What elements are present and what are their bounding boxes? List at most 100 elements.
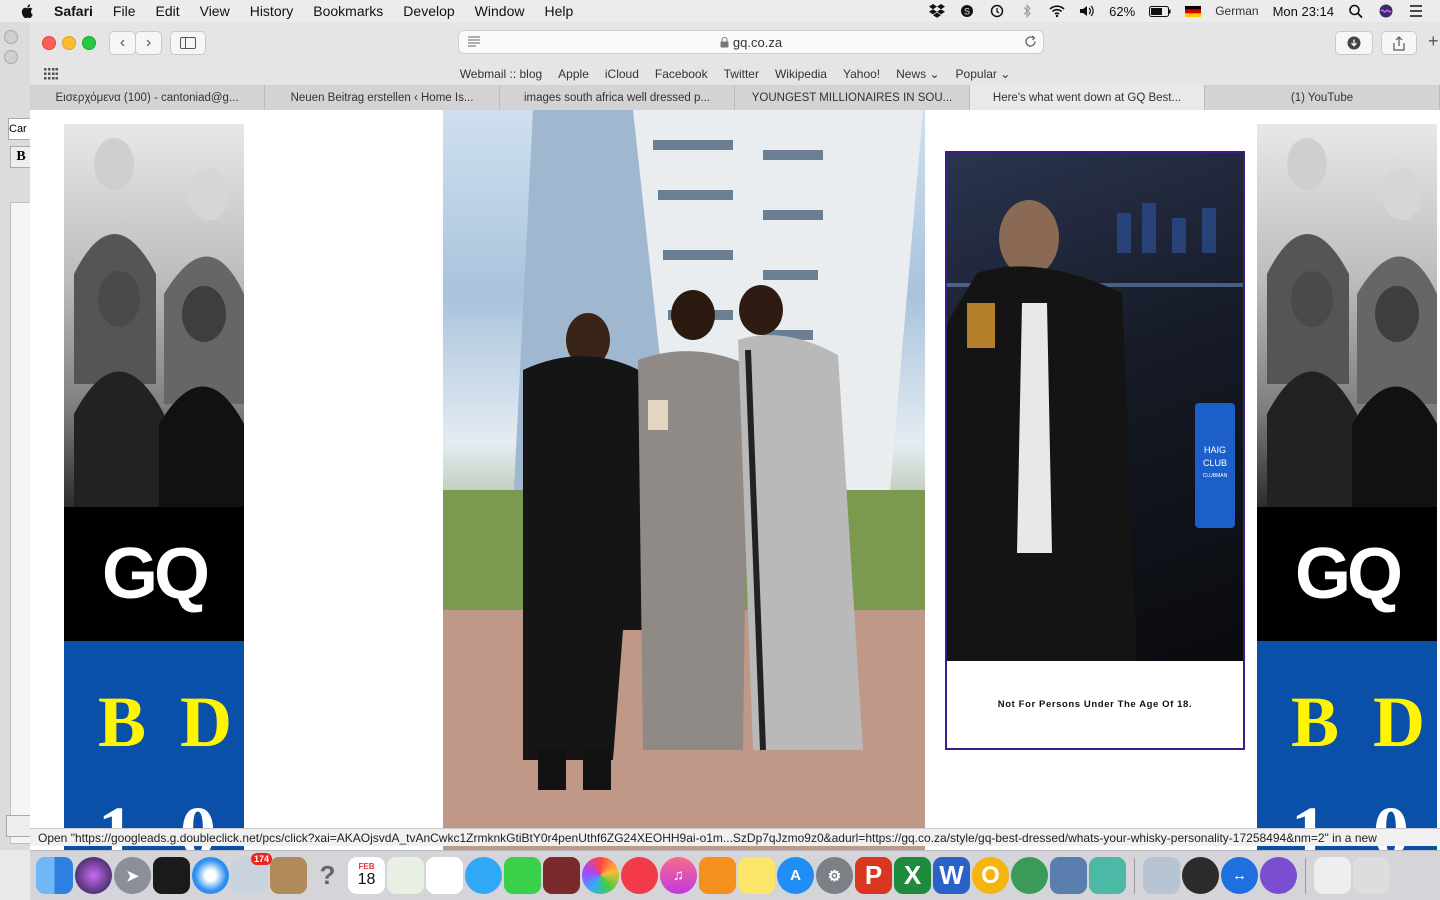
outlook-icon[interactable]: O: [972, 857, 1009, 894]
reader-view-icon[interactable]: [467, 36, 481, 47]
document-stack-icon[interactable]: [1314, 857, 1351, 894]
window-control[interactable]: [4, 50, 18, 64]
favorite-apple[interactable]: Apple: [558, 67, 589, 81]
battery-icon[interactable]: [1149, 5, 1171, 17]
tab-image-search[interactable]: images south africa well dressed p...: [500, 85, 735, 110]
downloads-button[interactable]: [1335, 31, 1373, 55]
mission-control-icon[interactable]: [153, 857, 190, 894]
tab-millionaires[interactable]: YOUNGEST MILLIONAIRES IN SOU...: [735, 85, 970, 110]
viber-icon[interactable]: [1260, 857, 1297, 894]
menu-window[interactable]: Window: [475, 3, 525, 19]
menu-help[interactable]: Help: [544, 3, 573, 19]
menu-file[interactable]: File: [113, 3, 136, 19]
tab-new-post[interactable]: Neuen Beitrag erstellen ‹ Home Is...: [265, 85, 500, 110]
bluetooth-icon[interactable]: [1019, 4, 1035, 18]
menu-safari[interactable]: Safari: [54, 3, 93, 19]
preview-icon[interactable]: [1050, 857, 1087, 894]
maps-icon[interactable]: [387, 857, 424, 894]
siri-icon[interactable]: [75, 857, 112, 894]
dropbox-icon[interactable]: [929, 4, 946, 18]
input-source[interactable]: German: [1215, 4, 1258, 18]
address-bar[interactable]: gq.co.za: [458, 30, 1044, 54]
unknown-app-icon[interactable]: ?: [309, 857, 346, 894]
notification-center-icon[interactable]: [1408, 4, 1424, 18]
favorite-news-folder[interactable]: News ⌄: [896, 67, 939, 81]
calendar-icon[interactable]: FEB 18: [348, 857, 385, 894]
facetime-icon[interactable]: [504, 857, 541, 894]
article-hero-photo[interactable]: [443, 110, 925, 850]
spotlight-search-icon[interactable]: [1348, 4, 1364, 18]
reload-icon[interactable]: [1024, 35, 1037, 48]
photo-booth-icon[interactable]: [543, 857, 580, 894]
favorite-twitter[interactable]: Twitter: [724, 67, 759, 81]
favorite-facebook[interactable]: Facebook: [655, 67, 708, 81]
forward-button[interactable]: ›: [135, 31, 162, 55]
close-window-button[interactable]: [42, 36, 56, 50]
menu-history[interactable]: History: [250, 3, 294, 19]
siri-icon[interactable]: [1378, 4, 1394, 18]
favorite-icloud[interactable]: iCloud: [605, 67, 639, 81]
finder-icon[interactable]: [36, 857, 73, 894]
tab-youtube[interactable]: (1) YouTube: [1205, 85, 1440, 110]
window-control[interactable]: [4, 30, 18, 44]
family-icon[interactable]: [1089, 857, 1126, 894]
itunes-icon[interactable]: ♫: [660, 857, 697, 894]
left-banner-ad[interactable]: GQ B D 1 0: [64, 124, 244, 850]
favorite-popular-folder[interactable]: Popular ⌄: [956, 67, 1011, 81]
launchpad-icon[interactable]: ➤: [114, 857, 151, 894]
apple-icon[interactable]: [20, 3, 36, 19]
downloads-stack-icon[interactable]: [1143, 857, 1180, 894]
web-content: GQ B D 1 0 HAIG CLUB CLUBMAN Not For Per…: [30, 110, 1440, 850]
time-machine-icon[interactable]: [989, 4, 1005, 18]
menu-view[interactable]: View: [200, 3, 230, 19]
status-area: S 62% German Mon 23:14: [929, 0, 1424, 22]
photos-icon[interactable]: [582, 857, 619, 894]
list-button[interactable]: [6, 815, 32, 837]
german-flag-icon[interactable]: [1185, 5, 1202, 17]
chevron-left-icon: ‹: [119, 34, 126, 51]
notes-icon[interactable]: [738, 857, 775, 894]
sidebar-icon: [180, 37, 196, 49]
new-tab-button[interactable]: +: [1428, 31, 1439, 52]
right-banner-ad[interactable]: GQ B D 1 0: [1257, 124, 1437, 850]
top-sites-grid-icon[interactable]: [44, 68, 58, 80]
back-button[interactable]: ‹: [109, 31, 136, 55]
teamviewer-icon[interactable]: ↔: [1221, 857, 1258, 894]
zoom-window-button[interactable]: [82, 36, 96, 50]
powerpoint-icon[interactable]: P: [855, 857, 892, 894]
trash-icon[interactable]: [1353, 857, 1390, 894]
link-status-bar: Open "https://googleads.g.doubleclick.ne…: [30, 828, 1440, 846]
system-preferences-icon[interactable]: ⚙: [816, 857, 853, 894]
messages-icon[interactable]: [465, 857, 502, 894]
tab-gq-best-dressed[interactable]: Here's what went down at GQ Best...: [970, 85, 1205, 110]
minimize-window-button[interactable]: [62, 36, 76, 50]
skype-icon[interactable]: S: [959, 4, 975, 18]
mail-icon[interactable]: 174: [231, 853, 272, 894]
safari-icon[interactable]: [192, 857, 229, 894]
favorite-wikipedia[interactable]: Wikipedia: [775, 67, 827, 81]
word-icon[interactable]: W: [933, 857, 970, 894]
favorite-webmail[interactable]: Webmail :: blog: [460, 67, 542, 81]
whisky-ad[interactable]: HAIG CLUB CLUBMAN Not For Persons Under …: [945, 151, 1245, 750]
battery-percent[interactable]: 62%: [1109, 4, 1135, 19]
menu-edit[interactable]: Edit: [155, 3, 179, 19]
tab-inbox[interactable]: Εισερχόμενα (100) - cantoniad@g...: [30, 85, 265, 110]
bold-button[interactable]: B: [10, 146, 32, 168]
reminders-icon[interactable]: [426, 857, 463, 894]
screen-sharing-icon[interactable]: [1182, 857, 1219, 894]
menu-develop[interactable]: Develop: [403, 3, 454, 19]
contacts-icon[interactable]: [270, 857, 307, 894]
excel-icon[interactable]: X: [894, 857, 931, 894]
clock[interactable]: Mon 23:14: [1273, 4, 1334, 19]
network-icon[interactable]: [1011, 857, 1048, 894]
wifi-icon[interactable]: [1049, 4, 1065, 18]
news-icon[interactable]: [621, 857, 658, 894]
menu-bookmarks[interactable]: Bookmarks: [313, 3, 383, 19]
books-icon[interactable]: [699, 857, 736, 894]
share-button[interactable]: [1381, 31, 1417, 55]
sidebar-button[interactable]: [170, 31, 206, 55]
favorite-yahoo[interactable]: Yahoo!: [843, 67, 880, 81]
app-store-icon[interactable]: A: [777, 857, 814, 894]
font-field[interactable]: Car: [8, 118, 32, 140]
volume-icon[interactable]: [1079, 4, 1095, 18]
